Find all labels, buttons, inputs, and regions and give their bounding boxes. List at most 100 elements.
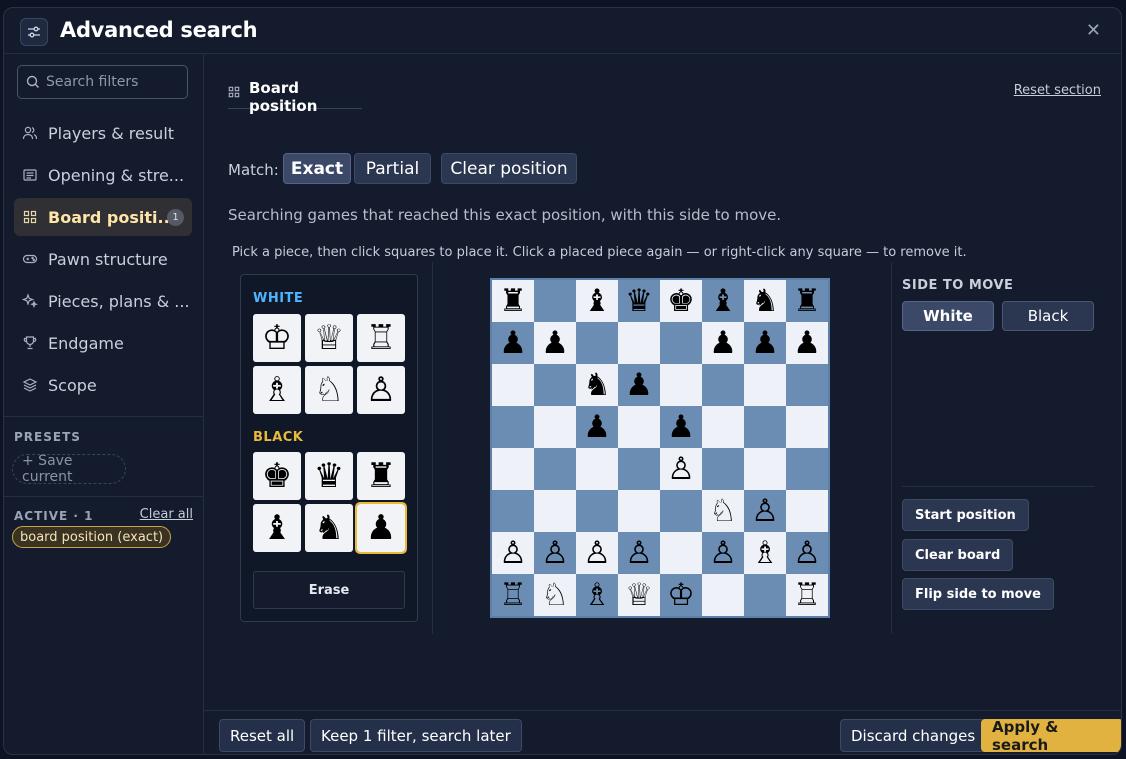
board-square[interactable]: ♙ [492,532,534,574]
black-knight-piece[interactable]: ♞ [305,504,353,552]
board-square[interactable] [660,364,702,406]
board-square[interactable] [618,448,660,490]
white-queen-piece[interactable]: ♕ [305,314,353,362]
board-square[interactable]: ♛ [618,280,660,322]
board-square[interactable]: ♔ [660,574,702,616]
black-bishop-piece[interactable]: ♝ [253,504,301,552]
board-square[interactable] [534,406,576,448]
board-square[interactable] [618,322,660,364]
board-square[interactable] [492,490,534,532]
board-square[interactable] [492,406,534,448]
board-square[interactable]: ♚ [660,280,702,322]
white-rook-piece[interactable]: ♖ [357,314,405,362]
board-square[interactable] [660,490,702,532]
board-square[interactable] [534,448,576,490]
black-king-piece[interactable]: ♚ [253,452,301,500]
active-filter-chip[interactable]: board position (exact) [12,526,172,548]
side-white-button[interactable]: White [902,301,994,331]
board-square[interactable]: ♟ [492,322,534,364]
sidebar-item-opening[interactable]: Opening & stre... [14,156,192,194]
board-square[interactable] [660,322,702,364]
erase-button[interactable]: Erase [253,571,405,609]
discard-changes-button[interactable]: Discard changes [840,719,987,752]
black-pawn-piece[interactable]: ♟ [355,502,407,554]
board-square[interactable] [702,448,744,490]
close-icon[interactable]: ✕ [1086,20,1101,41]
board-square[interactable]: ♙ [534,532,576,574]
board-square[interactable]: ♗ [744,532,786,574]
board-square[interactable]: ♟ [744,322,786,364]
search-input[interactable] [46,74,186,90]
flip-side-button[interactable]: Flip side to move [902,578,1054,610]
reset-section-link[interactable]: Reset section [1014,83,1101,98]
board-square[interactable]: ♙ [786,532,828,574]
clear-all-link[interactable]: Clear all [140,507,193,522]
apply-search-button[interactable]: Apply & search [981,718,1121,754]
clear-board-button[interactable]: Clear board [902,539,1014,571]
board-square[interactable] [576,448,618,490]
board-square[interactable] [744,448,786,490]
board-square[interactable] [786,490,828,532]
board-square[interactable] [534,280,576,322]
sidebar-item-pieces-plans[interactable]: Pieces, plans & ... [14,282,192,320]
board-square[interactable]: ♘ [534,574,576,616]
match-exact-button[interactable]: Exact [283,153,351,184]
board-square[interactable] [618,490,660,532]
board-square[interactable]: ♘ [702,490,744,532]
match-partial-button[interactable]: Partial [354,153,431,184]
sidebar-item-scope[interactable]: Scope [14,366,192,404]
board-square[interactable] [744,406,786,448]
side-black-button[interactable]: Black [1002,301,1094,331]
chess-board[interactable]: ♜ ♝ ♛ ♚ ♝ ♞ ♜ ♟ ♟ ♟ ♟ ♟ ♞ ♟ ♟ ♟ ♙ ♘ ♙ ♙ ♙ ♙ ♙ ♙ ♗ ♙ ♖ ♘ ♗ ♕ ♔ ♖ [490,278,830,618]
board-square[interactable]: ♝ [576,280,618,322]
board-square[interactable]: ♟ [534,322,576,364]
sidebar-item-pawn-structure[interactable]: Pawn structure [14,240,192,278]
white-bishop-piece[interactable]: ♗ [253,366,301,414]
board-square[interactable]: ♜ [492,280,534,322]
board-square[interactable]: ♙ [744,490,786,532]
board-square[interactable]: ♟ [702,322,744,364]
board-square[interactable] [492,364,534,406]
board-square[interactable] [786,406,828,448]
white-pawn-piece[interactable]: ♙ [357,366,405,414]
board-square[interactable] [618,406,660,448]
search-filters[interactable] [17,65,188,99]
board-square[interactable]: ♖ [786,574,828,616]
board-square[interactable]: ♝ [702,280,744,322]
white-king-piece[interactable]: ♔ [253,314,301,362]
board-square[interactable] [786,448,828,490]
board-square[interactable] [744,574,786,616]
board-square[interactable] [660,532,702,574]
board-square[interactable]: ♙ [576,532,618,574]
board-square[interactable]: ♟ [576,406,618,448]
board-square[interactable] [702,574,744,616]
board-square[interactable] [576,490,618,532]
reset-all-button[interactable]: Reset all [219,719,306,752]
board-square[interactable] [576,322,618,364]
board-square[interactable] [744,364,786,406]
sidebar-item-endgame[interactable]: Endgame [14,324,192,362]
board-square[interactable]: ♟ [786,322,828,364]
board-square[interactable]: ♟ [618,364,660,406]
board-square[interactable]: ♗ [576,574,618,616]
board-square[interactable] [534,364,576,406]
sidebar-item-players[interactable]: Players & result [14,114,192,152]
board-square[interactable] [702,364,744,406]
board-square[interactable] [534,490,576,532]
board-square[interactable]: ♖ [492,574,534,616]
white-knight-piece[interactable]: ♘ [305,366,353,414]
keep-filter-button[interactable]: Keep 1 filter, search later [310,719,522,752]
start-position-button[interactable]: Start position [902,499,1029,531]
board-square[interactable]: ♞ [744,280,786,322]
board-square[interactable]: ♞ [576,364,618,406]
board-square[interactable] [702,406,744,448]
board-square[interactable]: ♙ [660,448,702,490]
board-square[interactable]: ♙ [618,532,660,574]
clear-position-button[interactable]: Clear position [441,153,577,184]
board-square[interactable]: ♕ [618,574,660,616]
board-square[interactable] [492,448,534,490]
sidebar-item-board-position[interactable]: Board positi... 1 [14,198,192,236]
board-square[interactable] [786,364,828,406]
board-square[interactable]: ♙ [702,532,744,574]
board-square[interactable]: ♟ [660,406,702,448]
